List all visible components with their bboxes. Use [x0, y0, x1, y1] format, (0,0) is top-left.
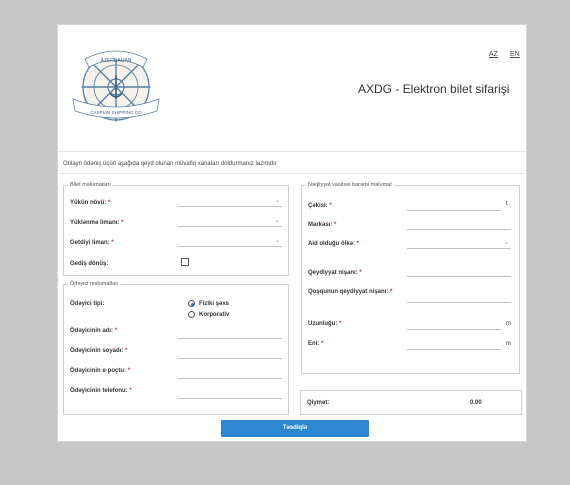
payer-name-label: Ödəyicinin adı: * — [70, 328, 117, 334]
round-trip-label: Gediş dönüş: — [70, 261, 109, 267]
destination-port-label: Getdiyi liman: * — [70, 240, 114, 246]
required-mark: * — [356, 241, 360, 247]
payer-email-input[interactable] — [178, 369, 282, 379]
country-label: Aid olduğu ölkə: * — [308, 241, 359, 247]
payer-surname-label-text: Ödəyicinin soyadı: — [70, 348, 124, 354]
payer-name-label-text: Ödəyicinin adı: — [70, 328, 114, 334]
registration-plate-label-text: Qeydiyyat nişanı: — [308, 270, 358, 276]
page-title: AXDG - Elektron bilet sifarişi — [358, 82, 510, 96]
payer-email-label: Ödəyicinin e-poçtu: * — [70, 368, 130, 374]
brand-input[interactable] — [407, 220, 511, 230]
payer-type-fiziki-radio[interactable] — [188, 300, 195, 307]
width-unit: m — [506, 341, 511, 347]
divider — [58, 173, 526, 174]
required-mark: * — [108, 200, 111, 206]
width-input[interactable] — [407, 340, 501, 350]
width-label-text: Eni: — [308, 341, 320, 347]
required-mark: * — [359, 270, 362, 276]
price-value: 0.00 — [470, 400, 482, 406]
cargo-type-select[interactable]: ⌄ — [178, 197, 282, 207]
chevron-down-icon: ⌄ — [274, 198, 280, 204]
required-mark: * — [127, 368, 131, 374]
weight-label-text: Çəkisi: — [308, 203, 328, 209]
required-mark: * — [329, 203, 332, 209]
payer-name-input[interactable] — [178, 329, 282, 339]
cargo-type-label-text: Yükün növü: — [70, 200, 107, 206]
loading-port-select[interactable]: ⌄ — [178, 217, 282, 227]
trailer-plate-label-text: Qoşqunun qeydiyyat nişanı: — [308, 289, 389, 295]
registration-plate-label: Qeydiyyat nişanı: * — [308, 270, 362, 276]
length-label-text: Uzunluğu: — [308, 321, 338, 327]
lang-en-link[interactable]: EN — [510, 51, 520, 58]
payer-phone-input[interactable] — [178, 389, 282, 399]
required-mark: * — [321, 341, 324, 347]
price-label: Qiymət: — [307, 400, 330, 406]
payer-email-label-text: Ödəyicinin e-poçtu: — [70, 368, 127, 374]
trailer-plate-label: Qoşqunun qeydiyyat nişanı: * — [308, 289, 392, 295]
required-mark: * — [339, 321, 342, 327]
length-input[interactable] — [407, 320, 501, 330]
payer-surname-input[interactable] — [178, 349, 282, 359]
svg-text:AZERBAIJAN: AZERBAIJAN — [101, 58, 132, 64]
loading-port-label: Yüklənmə limanı: * — [70, 220, 123, 226]
chevron-down-icon: ⌄ — [274, 218, 280, 224]
loading-port-label-text: Yüklənmə limanı: — [70, 220, 120, 226]
submit-button[interactable]: Təsdiqlə — [221, 420, 369, 437]
required-mark: * — [114, 328, 118, 334]
required-mark: * — [121, 220, 124, 226]
trailer-plate-input[interactable] — [407, 293, 511, 303]
required-mark: * — [129, 388, 132, 394]
length-label: Uzunluğu: * — [308, 321, 341, 327]
country-label-text: Aid olduğu ölkə: — [308, 241, 355, 247]
chevron-down-icon: ⌄ — [503, 240, 509, 246]
payer-phone-label-text: Ödəyicinin telefonu: — [70, 388, 128, 394]
vehicle-info-legend: Nəqliyyat vasitəsi barədə məlumat — [308, 182, 392, 188]
cargo-type-label: Yükün növü: * — [70, 200, 110, 206]
page-header: AZERBAIJAN CASPIAN SHIPPING CO AZ EN AXD… — [58, 25, 526, 152]
payer-type-korporativ-label: Korporativ — [199, 312, 230, 318]
country-select[interactable]: ⌄ — [407, 239, 511, 249]
payer-surname-label: Ödəyicinin soyadı: * — [70, 348, 127, 354]
intro-text: Onlayn ödəniş üçün aşağıda qeyd olunan m… — [63, 161, 277, 167]
destination-port-label-text: Getdiyi liman: — [70, 240, 110, 246]
chevron-down-icon: ⌄ — [274, 238, 280, 244]
svg-text:CASPIAN SHIPPING CO: CASPIAN SHIPPING CO — [90, 110, 142, 115]
brand-label: Markası: * — [308, 222, 336, 228]
width-label: Eni: * — [308, 341, 323, 347]
registration-plate-input[interactable] — [407, 267, 511, 277]
payer-type-label: Ödəyici tipi: — [70, 301, 105, 307]
required-mark: * — [334, 222, 337, 228]
length-unit: m — [506, 321, 511, 327]
lang-az-link[interactable]: AZ — [489, 51, 498, 58]
required-mark: * — [125, 348, 128, 354]
payer-type-fiziki-label: Fiziki şəxs — [199, 301, 230, 307]
ticket-info-legend: Bilet məlumatları — [70, 182, 111, 188]
brand-label-text: Markası: — [308, 222, 333, 228]
company-logo: AZERBAIJAN CASPIAN SHIPPING CO — [72, 50, 160, 122]
payer-phone-label: Ödəyicinin telefonu: * — [70, 388, 132, 394]
weight-input[interactable] — [407, 201, 501, 211]
price-box: Qiymət: 0.00 — [300, 390, 522, 415]
weight-unit: t — [506, 201, 508, 207]
payer-type-korporativ-radio[interactable] — [188, 311, 195, 318]
payer-info-legend: Ödəyici məlumatları — [70, 281, 119, 287]
weight-label: Çəkisi: * — [308, 203, 332, 209]
required-mark: * — [390, 289, 393, 295]
round-trip-checkbox[interactable] — [181, 258, 189, 266]
required-mark: * — [111, 240, 114, 246]
destination-port-select[interactable]: ⌄ — [178, 237, 282, 247]
order-page: AZERBAIJAN CASPIAN SHIPPING CO AZ EN AXD… — [57, 24, 527, 442]
